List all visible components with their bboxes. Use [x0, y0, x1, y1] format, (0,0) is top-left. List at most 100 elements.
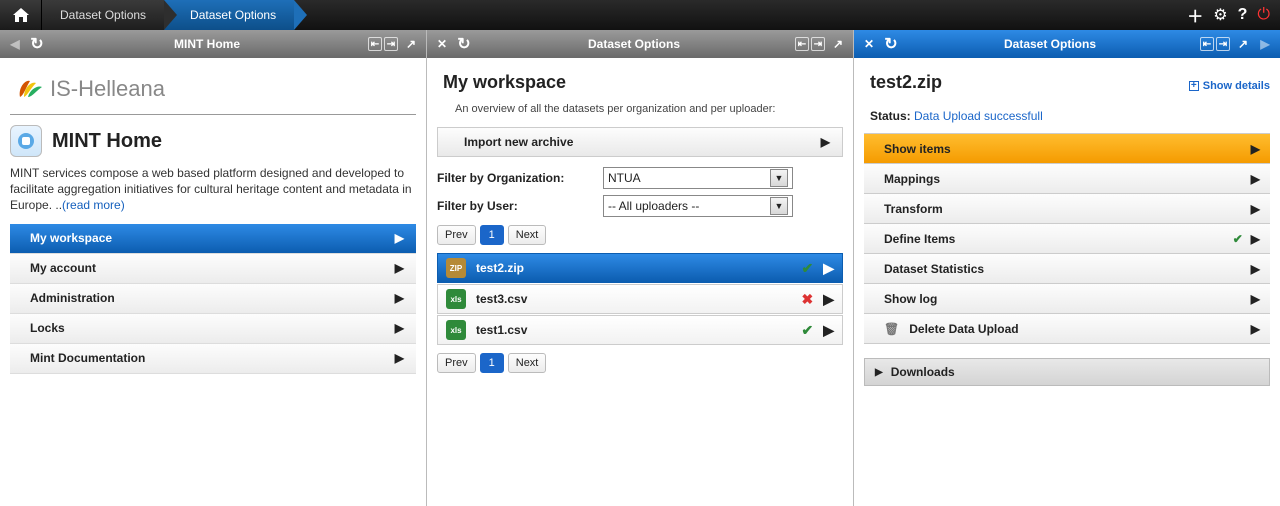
breadcrumb-item[interactable]: Dataset Options [42, 0, 164, 30]
plus-icon[interactable]: ＋ [1187, 3, 1203, 27]
filter-user-label: Filter by User: [437, 199, 597, 213]
gear-icon[interactable]: ⚙ [1213, 5, 1227, 25]
panel-header: ✕ ↻ Dataset Options ⇤⇥ ↗ ▶ [854, 30, 1280, 58]
nav-label: Mint Documentation [30, 351, 145, 365]
check-icon: ✔ [801, 260, 813, 277]
popup-icon[interactable]: ↗ [1234, 35, 1252, 53]
downloads-section[interactable]: ▶ Downloads [864, 358, 1270, 386]
popup-icon[interactable]: ↗ [402, 35, 420, 53]
top-actions: ＋ ⚙ ? ⏻ [1177, 0, 1280, 30]
close-icon[interactable]: ✕ [433, 35, 451, 53]
pager-next[interactable]: Next [508, 353, 547, 373]
chevron-right-icon: ▶ [821, 135, 830, 149]
option-row[interactable]: Dataset Statistics▶ [864, 254, 1270, 284]
option-row[interactable]: 🗑Delete Data Upload▶ [864, 314, 1270, 344]
chevron-right-icon: ▶ [823, 322, 834, 339]
import-archive-button[interactable]: Import new archive▶ [437, 127, 843, 157]
file-name: test2.zip [476, 261, 791, 275]
mint-icon [10, 125, 42, 157]
nav-label: My account [30, 261, 96, 275]
refresh-icon[interactable]: ↻ [455, 35, 473, 53]
nav-item[interactable]: Mint Documentation ▶ [10, 344, 416, 374]
nav-item[interactable]: Locks ▶ [10, 314, 416, 344]
show-details-button[interactable]: + Show details [1189, 80, 1270, 92]
close-icon[interactable]: ✕ [860, 35, 878, 53]
nav-item[interactable]: Administration▶ [10, 284, 416, 314]
pager-prev[interactable]: Prev [437, 353, 476, 373]
help-icon[interactable]: ? [1238, 6, 1248, 24]
breadcrumb-item[interactable]: Dataset Options [164, 0, 294, 30]
nav-label: Administration [30, 291, 115, 305]
file-row[interactable]: xlstest3.csv✖▶ [437, 284, 843, 314]
window-expand-icon[interactable]: ⇤⇥ [368, 37, 398, 51]
panel-mid: ✕ ↻ Dataset Options ⇤⇥ ↗ My workspace An… [427, 30, 854, 506]
refresh-icon[interactable]: ↻ [28, 35, 46, 53]
chevron-right-icon: ▶ [395, 351, 404, 365]
pager-prev[interactable]: Prev [437, 225, 476, 245]
chevron-down-icon: ▼ [770, 169, 788, 187]
option-label: Dataset Statistics [884, 262, 984, 276]
workspace-sub: An overview of all the datasets per orga… [455, 103, 843, 115]
status-link[interactable]: Data Upload successfull [914, 109, 1043, 123]
chevron-right-icon: ▶ [1251, 172, 1260, 186]
nav-item[interactable]: My account▶ [10, 254, 416, 284]
option-label: Define Items [884, 232, 955, 246]
error-icon: ✖ [801, 291, 813, 308]
option-label: Mappings [884, 172, 940, 186]
chevron-right-icon: ▶ [1251, 292, 1260, 306]
filter-user-select[interactable]: -- All uploaders --▼ [603, 195, 793, 217]
top-bar: Dataset Options Dataset Options ＋ ⚙ ? ⏻ [0, 0, 1280, 30]
filter-org-select[interactable]: NTUA▼ [603, 167, 793, 189]
panel-header: ◀ ↻ MINT Home ⇤⇥ ↗ [0, 30, 426, 58]
option-row[interactable]: Transform ▶ [864, 194, 1270, 224]
app-name: IS-Helleana [50, 76, 165, 102]
pager-page[interactable]: 1 [480, 225, 504, 245]
file-type-icon: xls [446, 320, 466, 340]
leaf-icon [16, 77, 44, 101]
panel-left: ◀ ↻ MINT Home ⇤⇥ ↗ IS-Helleana MINT Home… [0, 30, 427, 506]
nav-label: Locks [30, 321, 65, 335]
panel-title: Dataset Options [906, 37, 1194, 51]
file-row[interactable]: ZIP test2.zip ✔ ▶ [437, 253, 843, 283]
option-label: Transform [884, 202, 943, 216]
dataset-title: test2.zip [870, 72, 942, 93]
workspace-heading: My workspace [443, 72, 843, 93]
filter-org-label: Filter by Organization: [437, 171, 597, 185]
file-row[interactable]: xls test1.csv ✔ ▶ [437, 315, 843, 345]
nav-label: My workspace [30, 231, 112, 245]
option-row[interactable]: Show items▶ [864, 134, 1270, 164]
panel-header: ✕ ↻ Dataset Options ⇤⇥ ↗ [427, 30, 853, 58]
option-row[interactable]: Mappings ▶ [864, 164, 1270, 194]
window-expand-icon[interactable]: ⇤⇥ [795, 37, 825, 51]
chevron-right-icon: ▶ [823, 260, 834, 277]
file-name: test1.csv [476, 323, 791, 337]
pager-next[interactable]: Next [508, 225, 547, 245]
option-row[interactable]: Define Items✔▶ [864, 224, 1270, 254]
file-name: test3.csv [476, 292, 791, 306]
window-expand-icon[interactable]: ⇤⇥ [1200, 37, 1230, 51]
back-icon[interactable]: ◀ [6, 35, 24, 53]
refresh-icon[interactable]: ↻ [882, 35, 900, 53]
file-type-icon: xls [446, 289, 466, 309]
check-icon: ✔ [801, 322, 813, 339]
home-button[interactable] [0, 0, 42, 30]
power-icon[interactable]: ⏻ [1257, 6, 1270, 24]
app-logo: IS-Helleana [10, 68, 416, 115]
home-icon [13, 8, 29, 22]
pager-bottom: Prev 1 Next [437, 353, 843, 373]
pager-page[interactable]: 1 [480, 353, 504, 373]
option-label: Delete Data Upload [909, 322, 1018, 336]
popup-icon[interactable]: ↗ [829, 35, 847, 53]
forward-icon[interactable]: ▶ [1256, 35, 1274, 53]
panel-right: ✕ ↻ Dataset Options ⇤⇥ ↗ ▶ test2.zip + S… [854, 30, 1280, 506]
chevron-right-icon: ▶ [395, 321, 404, 335]
page-description: MINT services compose a web based platfo… [10, 165, 416, 214]
nav-item[interactable]: My workspace▶ [10, 224, 416, 254]
panel-title: MINT Home [52, 37, 362, 51]
chevron-right-icon: ▶ [1251, 142, 1260, 156]
option-row[interactable]: Show log▶ [864, 284, 1270, 314]
pager-top: Prev 1 Next [437, 225, 843, 245]
chevron-right-icon: ▶ [1251, 202, 1260, 216]
file-type-icon: ZIP [446, 258, 466, 278]
read-more-link[interactable]: (read more) [62, 198, 125, 212]
